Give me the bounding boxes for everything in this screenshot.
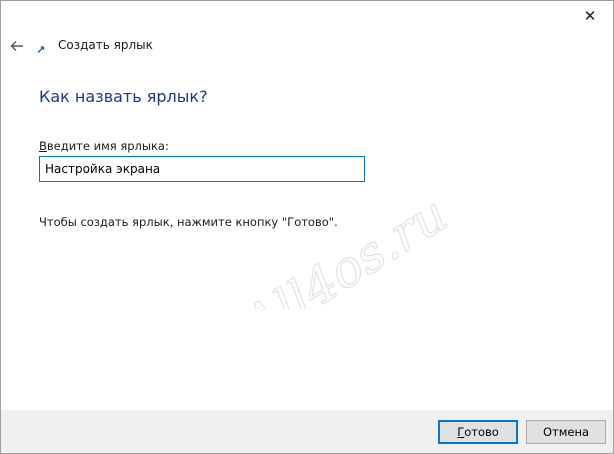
dialog-footer: Готово Отмена [1,410,613,453]
shortcut-name-input[interactable] [39,156,365,182]
instruction-text: Чтобы создать ярлык, нажмите кнопку "Гот… [39,215,338,229]
cancel-button[interactable]: Отмена [526,420,606,444]
finish-button[interactable]: Готово [438,420,518,444]
wizard-header: Создать ярлык [1,35,613,59]
finish-mnemonic: Г [457,425,465,439]
close-button[interactable]: ✕ [567,1,613,31]
shortcut-wizard-icon [37,46,45,54]
label-text: ведите имя ярлыка: [46,139,169,153]
page-heading: Как назвать ярлык? [39,87,208,106]
back-button[interactable] [7,35,27,57]
create-shortcut-dialog: ✕ Создать ярлык Как назвать ярлык? Введи… [0,0,614,454]
finish-label: отово [464,425,499,439]
watermark-text: All4os.ru [230,185,457,309]
watermark: All4os.ru [230,184,458,309]
back-arrow-icon [10,41,23,51]
close-icon: ✕ [583,7,597,25]
label-mnemonic: В [39,139,47,153]
wizard-title: Создать ярлык [58,38,153,52]
shortcut-name-label: Введите имя ярлыка: [39,139,169,153]
